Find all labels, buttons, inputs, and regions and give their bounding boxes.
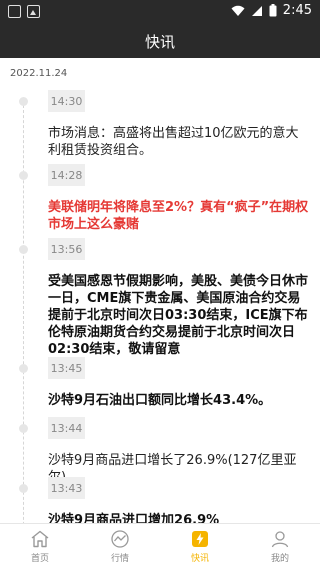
- app-header: 快讯: [0, 24, 320, 58]
- news-text: 沙特9月商品进口增加26.9%: [48, 513, 220, 523]
- status-bar: 2:45: [0, 0, 320, 24]
- tab-market[interactable]: 行情: [80, 524, 160, 569]
- timeline-dot: [19, 97, 28, 106]
- battery-icon: [269, 4, 277, 17]
- notification-icons: [8, 5, 40, 18]
- news-text: 受美国感恩节假期影响，美股、美债今日休市一日，CME旗下贵金属、美国原油合约交易…: [48, 274, 309, 357]
- tab-home[interactable]: 首页: [0, 524, 80, 569]
- news-text: 沙特9月石油出口额同比增长43.4%。: [48, 393, 272, 408]
- notification-icon: [8, 5, 21, 18]
- news-time: 14:28: [48, 164, 85, 186]
- tab-label: 我的: [270, 553, 289, 564]
- news-text: 市场消息：高盛将出售超过10亿欧元的意大利租赁投资组合。: [48, 126, 299, 158]
- tab-label: 行情: [110, 553, 129, 564]
- home-icon: [31, 530, 49, 547]
- tab-profile[interactable]: 我的: [240, 524, 320, 569]
- tab-label: 快讯: [190, 553, 209, 564]
- timeline-dot: [19, 364, 28, 373]
- status-time: 2:45: [282, 3, 312, 18]
- timeline-dot: [19, 245, 28, 254]
- news-text-highlight: 美联储明年将降息至2%？真有“疯子”在期权市场上这么豪赌: [48, 200, 309, 232]
- timeline-line: [23, 100, 24, 523]
- timeline-dot: [19, 171, 28, 180]
- bottom-tab-bar: 首页 行情 快讯 我的: [0, 523, 320, 569]
- feed-date: 2022.11.24: [10, 68, 68, 79]
- user-icon: [271, 530, 289, 547]
- timeline-dot: [19, 424, 28, 433]
- tab-label: 首页: [30, 553, 49, 564]
- news-time: 13:44: [48, 417, 85, 439]
- timeline-dot: [19, 484, 28, 493]
- news-feed[interactable]: 2022.11.24 14:30 市场消息：高盛将出售超过10亿欧元的意大利租赁…: [0, 58, 320, 523]
- news-time: 13:43: [48, 477, 85, 499]
- news-text: 沙特9月商品进口增长了26.9%(127亿里亚尔)。: [48, 453, 297, 485]
- page-title: 快讯: [144, 32, 175, 51]
- image-notification-icon: [27, 5, 40, 18]
- tab-flash[interactable]: 快讯: [160, 524, 240, 569]
- signal-icon: [251, 5, 262, 16]
- flash-icon: [192, 530, 208, 547]
- news-time: 13:56: [48, 238, 85, 260]
- chart-icon: [111, 529, 129, 548]
- news-time: 14:30: [48, 90, 85, 112]
- wifi-icon: [231, 5, 245, 16]
- news-time: 13:45: [48, 357, 85, 379]
